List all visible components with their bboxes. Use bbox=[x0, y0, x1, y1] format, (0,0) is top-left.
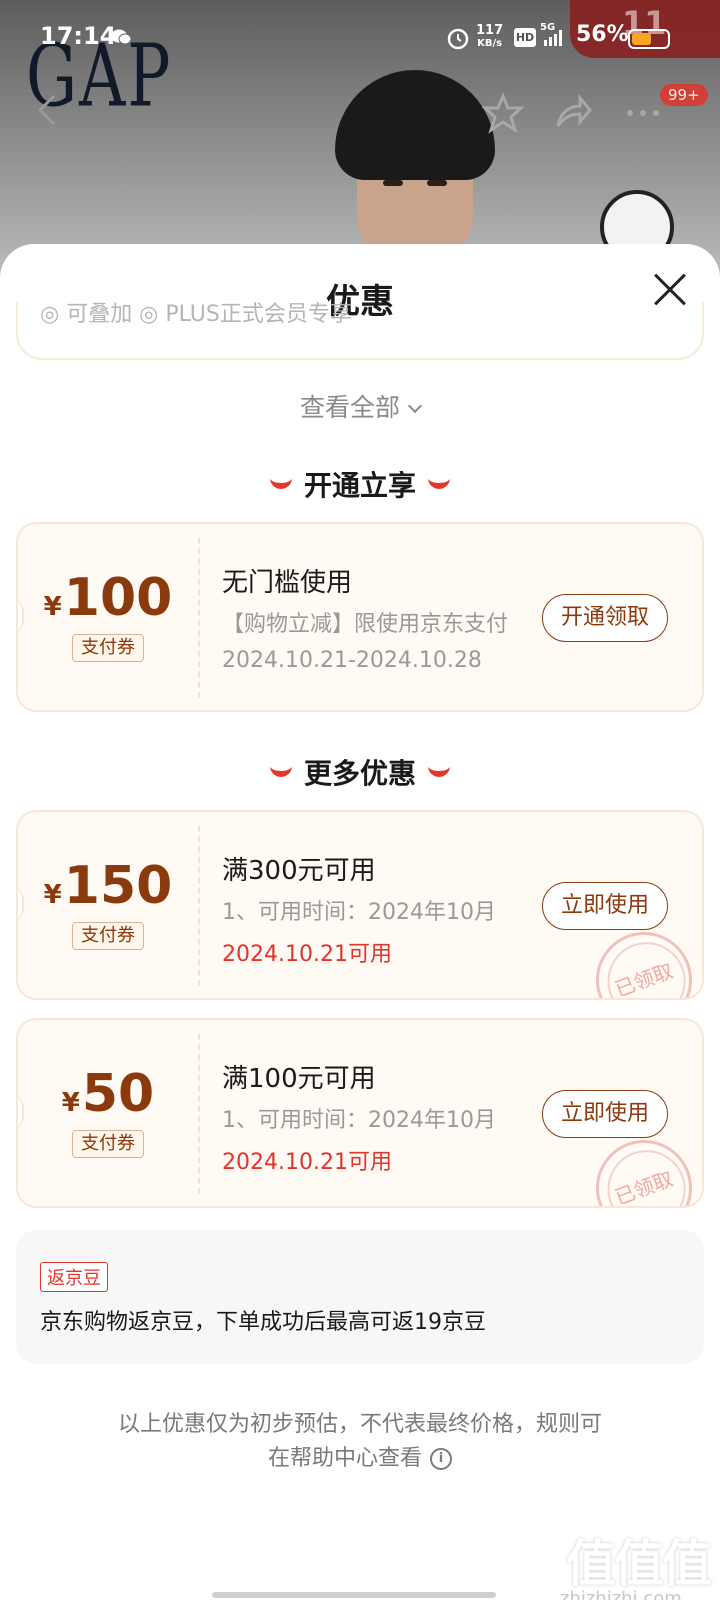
coupon-date: 2024.10.21可用 bbox=[222, 1150, 392, 1175]
use-now-button[interactable]: 立即使用 bbox=[542, 882, 668, 930]
previous-coupon-text: ◎ 可叠加 ◎ PLUS正式会员专享 bbox=[40, 302, 352, 327]
battery-percent: 56% bbox=[576, 22, 629, 47]
net-speed: 117 KB/s bbox=[476, 23, 504, 49]
previous-coupon-card[interactable]: ◎ 可叠加 ◎ PLUS正式会员专享 bbox=[16, 302, 704, 360]
coupon-title: 满300元可用 bbox=[222, 856, 376, 886]
jd-bean-rebate: 返京豆 京东购物返京豆，下单成功后最高可返19京豆 bbox=[16, 1230, 704, 1364]
view-all-label: 查看全部 bbox=[299, 393, 400, 422]
bean-text: 京东购物返京豆，下单成功后最高可返19京豆 bbox=[40, 1310, 486, 1335]
share-icon[interactable] bbox=[552, 92, 594, 134]
use-now-button[interactable]: 立即使用 bbox=[542, 1090, 668, 1138]
status-time: 17:14 bbox=[40, 22, 117, 50]
coupon-card: ¥100 支付券 无门槛使用 【购物立减】限使用京东支付 2024.10.21-… bbox=[16, 522, 704, 712]
smile-icon bbox=[269, 478, 292, 489]
claimed-stamp: 已领取 bbox=[582, 1126, 702, 1206]
status-bar: 17:14 117 KB/s HD 5G 56% bbox=[0, 0, 720, 72]
section-title-open: 开通立享 bbox=[0, 464, 720, 504]
coupon-title: 无门槛使用 bbox=[222, 568, 353, 598]
coupon-date: 2024.10.21-2024.10.28 bbox=[222, 648, 482, 673]
coupon-type: 支付券 bbox=[72, 922, 144, 950]
smile-icon bbox=[269, 766, 292, 777]
battery-icon bbox=[628, 29, 670, 49]
star-icon[interactable] bbox=[482, 92, 524, 134]
coupon-type: 支付券 bbox=[72, 634, 144, 662]
coupon-title: 满100元可用 bbox=[222, 1064, 376, 1094]
coupon-amount: ¥150 bbox=[43, 856, 173, 916]
more-icon[interactable] bbox=[622, 92, 664, 134]
claimed-stamp: 已领取 bbox=[582, 918, 702, 998]
coupon-desc: 1、可用时间：2024年10月 bbox=[222, 900, 496, 925]
activate-claim-button[interactable]: 开通领取 bbox=[542, 594, 668, 642]
section-title-more: 更多优惠 bbox=[0, 752, 720, 792]
coupon-amount: ¥100 bbox=[43, 568, 173, 628]
smile-icon bbox=[428, 766, 450, 777]
model-photo bbox=[325, 70, 505, 310]
discount-sheet: 优惠 ◎ 可叠加 ◎ PLUS正式会员专享 查看全部 开通立享 ¥100 支付券… bbox=[0, 244, 720, 1600]
coupon-desc: 【购物立减】限使用京东支付 bbox=[222, 612, 509, 637]
watermark-url: zhizhizhi.com bbox=[560, 1588, 682, 1600]
smile-icon bbox=[428, 478, 450, 489]
coupon-card: ¥50 支付券 满100元可用 1、可用时间：2024年10月 2024.10.… bbox=[16, 1018, 704, 1208]
home-indicator[interactable] bbox=[212, 1592, 496, 1598]
back-icon[interactable] bbox=[34, 92, 60, 128]
coupon-type: 支付券 bbox=[72, 1130, 144, 1158]
cart-badge: 99+ bbox=[660, 84, 708, 106]
hd-badge: HD bbox=[514, 28, 536, 47]
disclaimer: 以上优惠仅为初步预估，不代表最终价格，规则可 在帮助中心查看 i bbox=[117, 1412, 602, 1471]
coupon-date: 2024.10.21可用 bbox=[222, 942, 392, 967]
view-all-button[interactable]: 查看全部 bbox=[0, 388, 720, 424]
alarm-icon bbox=[447, 28, 469, 50]
info-icon[interactable]: i bbox=[430, 1448, 452, 1470]
coupon-amount: ¥50 bbox=[61, 1064, 155, 1124]
coupon-desc: 1、可用时间：2024年10月 bbox=[222, 1108, 496, 1133]
watermark-logo: 值值值 bbox=[566, 1535, 712, 1593]
bean-tag: 返京豆 bbox=[40, 1262, 108, 1292]
chevron-down-icon bbox=[407, 398, 423, 414]
coupon-card: ¥150 支付券 满300元可用 1、可用时间：2024年10月 2024.10… bbox=[16, 810, 704, 1000]
wechat-icon bbox=[111, 29, 132, 45]
signal-icon bbox=[544, 30, 562, 46]
